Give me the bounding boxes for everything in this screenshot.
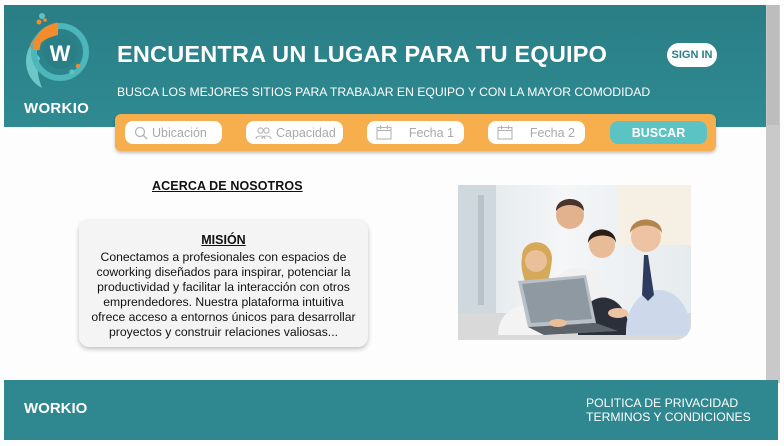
date1-field[interactable]: Fecha 1 [367,121,464,144]
page: W WORKIO ENCUENTRA UN LUGAR PARA TU EQUI… [0,0,784,446]
footer-brand: WORKIO [24,400,88,417]
workio-logo[interactable]: W [22,10,94,90]
people-icon [255,126,272,139]
capacity-placeholder: Capacidad [276,125,336,140]
brand-name: WORKIO [24,100,90,117]
mission-title: MISIÓN [201,233,246,247]
header: W WORKIO ENCUENTRA UN LUGAR PARA TU EQUI… [4,5,766,127]
location-field[interactable]: Ubicación [125,121,222,144]
privacy-link[interactable]: POLITICA DE PRIVACIDAD [586,396,738,410]
search-icon [134,126,148,139]
about-title: ACERCA DE NOSOTROS [152,179,303,193]
terms-link[interactable]: TERMINOS Y CONDICIONES [586,410,751,424]
search-bar: Ubicación Capacidad Fecha 1 Fecha 2 BUSC… [115,114,716,151]
date1-placeholder: Fecha 1 [408,125,454,140]
capacity-field[interactable]: Capacidad [246,121,343,144]
date2-placeholder: Fecha 2 [529,125,575,140]
location-placeholder: Ubicación [152,125,207,140]
page-title: ENCUENTRA UN LUGAR PARA TU EQUIPO [117,41,608,67]
calendar-icon [497,125,513,140]
svg-text:W: W [50,41,71,66]
search-button[interactable]: BUSCAR [610,121,707,144]
calendar-icon [376,125,392,140]
footer: WORKIO POLITICA DE PRIVACIDAD TERMINOS Y… [4,380,778,440]
sign-in-button[interactable]: SIGN IN [667,43,717,67]
scrollbar-thumb[interactable] [767,5,779,125]
mission-card: MISIÓN Conectamos a profesionales con es… [79,220,368,347]
team-photo [458,185,691,340]
page-subtitle: BUSCA LOS MEJORES SITIOS PARA TRABAJAR E… [117,85,651,99]
mission-text: Conectamos a profesionales con espacios … [91,250,356,339]
date2-field[interactable]: Fecha 2 [488,121,585,144]
